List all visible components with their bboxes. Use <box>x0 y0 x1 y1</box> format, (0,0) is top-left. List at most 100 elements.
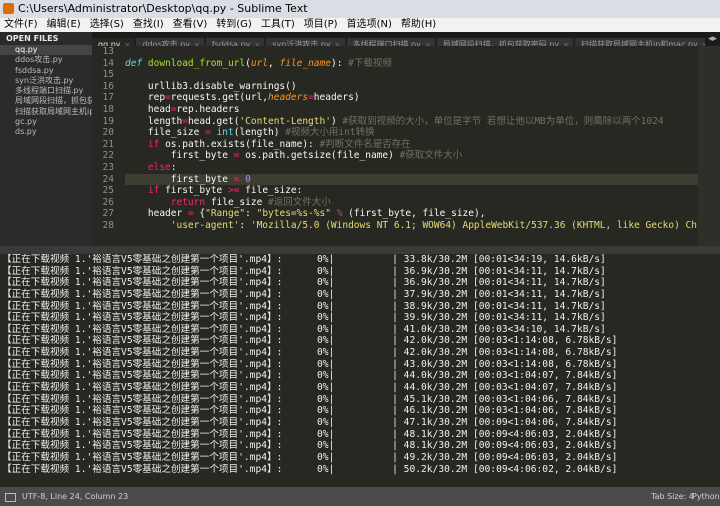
line-number: 23 <box>102 161 114 173</box>
console-output-line: 【正在下载视频 1.'裕语言V5零基础之创建第一个项目'.mp4】: 0%| |… <box>2 463 618 475</box>
menu-item[interactable]: 首选项(N) <box>343 18 397 32</box>
menu-item[interactable]: 工具(T) <box>257 18 300 32</box>
menu-item[interactable]: 选择(S) <box>86 18 129 32</box>
code-token: { <box>193 208 206 220</box>
window-title: C:\Users\Administrator\Desktop\qq.py - S… <box>18 2 308 15</box>
menu-item[interactable]: 项目(P) <box>300 18 343 32</box>
code-line[interactable] <box>125 46 720 58</box>
code-token: first_byte <box>159 185 228 197</box>
sidebar-file-item[interactable]: ds.py <box>0 127 92 137</box>
panel-divider[interactable] <box>0 246 720 254</box>
file-tab[interactable]: qq.py × <box>92 38 136 46</box>
menu-item[interactable]: 帮助(H) <box>397 18 441 32</box>
code-line[interactable]: header = {"Range": "bytes=%s-%s" % (firs… <box>125 208 720 220</box>
console-output-line: 【正在下载视频 1.'裕语言V5零基础之创建第一个项目'.mp4】: 0%| |… <box>2 428 618 440</box>
code-token: length <box>125 115 183 127</box>
code-line[interactable]: return file_size #返回文件大小 <box>125 197 720 209</box>
code-token: #视频大小用int转换 <box>285 127 375 139</box>
panel-toggle-icon[interactable] <box>5 493 16 502</box>
console-output-line: 【正在下载视频 1.'裕语言V5零基础之创建第一个项目'.mp4】: 0%| |… <box>2 277 606 289</box>
line-number: 24 <box>102 173 114 185</box>
code-token: rep.headers <box>176 103 240 115</box>
sidebar-file-item[interactable]: 局域网段扫描，抓包获取 <box>0 96 92 106</box>
code-token: : <box>170 161 177 173</box>
sidebar-file-item[interactable]: fsddsa.py <box>0 66 92 76</box>
code-token: 'user-agent' <box>170 219 240 231</box>
code-line[interactable]: if os.path.exists(file_name): #判断文件名是否存在 <box>125 139 720 151</box>
code-token: if <box>147 138 160 150</box>
menu-item[interactable]: 查看(V) <box>169 18 213 32</box>
line-number: 14 <box>102 57 114 69</box>
code-editor[interactable]: 13 14 15 16 17 18 19 20 21 22 23 24 25 26 27 28 def dow… <box>92 46 720 246</box>
console-output-line: 【正在下载视频 1.'裕语言V5零基础之创建第一个项目'.mp4】: 0%| |… <box>2 265 606 277</box>
line-number: 22 <box>102 150 114 162</box>
code-token: url <box>250 57 269 69</box>
syntax-selector[interactable]: Python <box>692 487 720 506</box>
code-line[interactable]: else: <box>125 162 720 174</box>
line-number: 19 <box>102 115 114 127</box>
console-output-line: 【正在下载视频 1.'裕语言V5零基础之创建第一个项目'.mp4】: 0%| |… <box>2 335 618 347</box>
file-tab[interactable]: 多线程端口扫描.py × <box>346 38 436 46</box>
code-line[interactable] <box>125 69 720 81</box>
code-line[interactable]: first_byte = 0 <box>125 173 720 186</box>
line-number: 16 <box>102 80 114 92</box>
code-line[interactable]: if first_byte >= file_size: <box>125 185 720 197</box>
menu-item[interactable]: 转到(G) <box>212 18 257 32</box>
console-output-line: 【正在下载视频 1.'裕语言V5零基础之创建第一个项目'.mp4】: 0%| |… <box>2 254 606 265</box>
menu-item[interactable]: 查找(I) <box>129 18 169 32</box>
code-token: download_from_url <box>147 57 246 69</box>
sidebar-file-item[interactable]: ddos攻击.py <box>0 55 92 65</box>
sidebar-header: OPEN FILES <box>6 34 59 43</box>
code-token: header <box>125 208 188 220</box>
tab-bar: qq.py × ddos攻击.py × fsddsa.py × syn泛洪攻击.py × 多线程… <box>92 32 720 46</box>
code-line[interactable]: first_byte = os.path.getsize(file_name) … <box>125 150 720 162</box>
tab-scroll-arrows[interactable]: ◂▸ <box>704 32 720 46</box>
code-token: "bytes=%s-%s" <box>256 208 331 220</box>
code-line[interactable]: urllib3.disable_warnings() <box>125 81 720 93</box>
file-tab[interactable]: 局域网段扫描，抓包获取密码.py × <box>436 38 574 46</box>
file-tab[interactable]: 扫描获取局域网主机ip和mac.py× <box>574 38 713 46</box>
menu-item[interactable]: 编辑(E) <box>43 18 86 32</box>
console-output-line: 【正在下载视频 1.'裕语言V5零基础之创建第一个项目'.mp4】: 0%| |… <box>2 312 606 324</box>
console-output-line: 【正在下载视频 1.'裕语言V5零基础之创建第一个项目'.mp4】: 0%| |… <box>2 451 618 463</box>
sidebar-file-item[interactable]: 多线程端口扫描.py <box>0 86 92 96</box>
sidebar-file-item[interactable]: qq.py <box>0 45 92 56</box>
line-number: 20 <box>102 127 114 139</box>
console-output-line: 【正在下载视频 1.'裕语言V5零基础之创建第一个项目'.mp4】: 0%| |… <box>2 405 618 417</box>
line-number: 21 <box>102 138 114 150</box>
window-title-bar: C:\Users\Administrator\Desktop\qq.py - S… <box>0 0 720 18</box>
code-line[interactable]: 'user-agent': 'Mozilla/5.0 (Windows NT 6… <box>125 220 720 232</box>
console-output-line: 【正在下载视频 1.'裕语言V5零基础之创建第一个项目'.mp4】: 0%| |… <box>2 288 606 300</box>
status-text: UTF-8, Line 24, Column 23 <box>22 492 129 501</box>
sidebar-file-item[interactable]: 扫描获取局域网主机ip和 <box>0 107 92 117</box>
code-token: headers <box>268 92 309 104</box>
sidebar-file-item[interactable]: gc.py <box>0 117 92 127</box>
code-line[interactable]: def download_from_url(url, file_name): #… <box>125 58 720 70</box>
code-token: requests.get(url, <box>170 92 269 104</box>
file-tab[interactable]: ddos攻击.py × <box>136 38 205 46</box>
code-line[interactable]: rep=requests.get(url,headers=headers) <box>125 92 720 104</box>
minimap[interactable] <box>698 46 720 246</box>
code-token: file_size <box>205 196 269 208</box>
code-token: file_size: <box>239 185 303 197</box>
line-number: 15 <box>102 69 114 81</box>
menu-item[interactable]: 文件(F) <box>0 18 43 32</box>
sidebar-file-item[interactable]: syn泛洪攻击.py <box>0 76 92 86</box>
code-token: else <box>147 161 171 173</box>
file-tab[interactable]: fsddsa.py × <box>205 38 266 46</box>
code-token: , <box>268 57 280 69</box>
code-line[interactable]: head=rep.headers <box>125 104 720 116</box>
code-area[interactable]: def download_from_url(url, file_name): #… <box>125 46 720 232</box>
code-line[interactable]: file_size = int(length) #视频大小用int转换 <box>125 127 720 139</box>
code-token: "Range" <box>205 208 246 220</box>
code-line[interactable]: length=head.get('Content-Length') #获取到视频… <box>125 116 720 128</box>
code-token: def <box>125 57 148 69</box>
code-token: head <box>125 103 171 115</box>
menu-bar: 文件(F) 编辑(E) 选择(S) 查找(I) 查看(V) 转到(G) 工具(T) 项目(P)… <box>0 18 720 32</box>
file-tab[interactable]: syn泛洪攻击.py × <box>266 38 346 46</box>
tab-size-selector[interactable]: Tab Size: 4 <box>651 487 694 506</box>
code-token: (length) <box>233 127 286 139</box>
code-token: if <box>147 185 160 197</box>
